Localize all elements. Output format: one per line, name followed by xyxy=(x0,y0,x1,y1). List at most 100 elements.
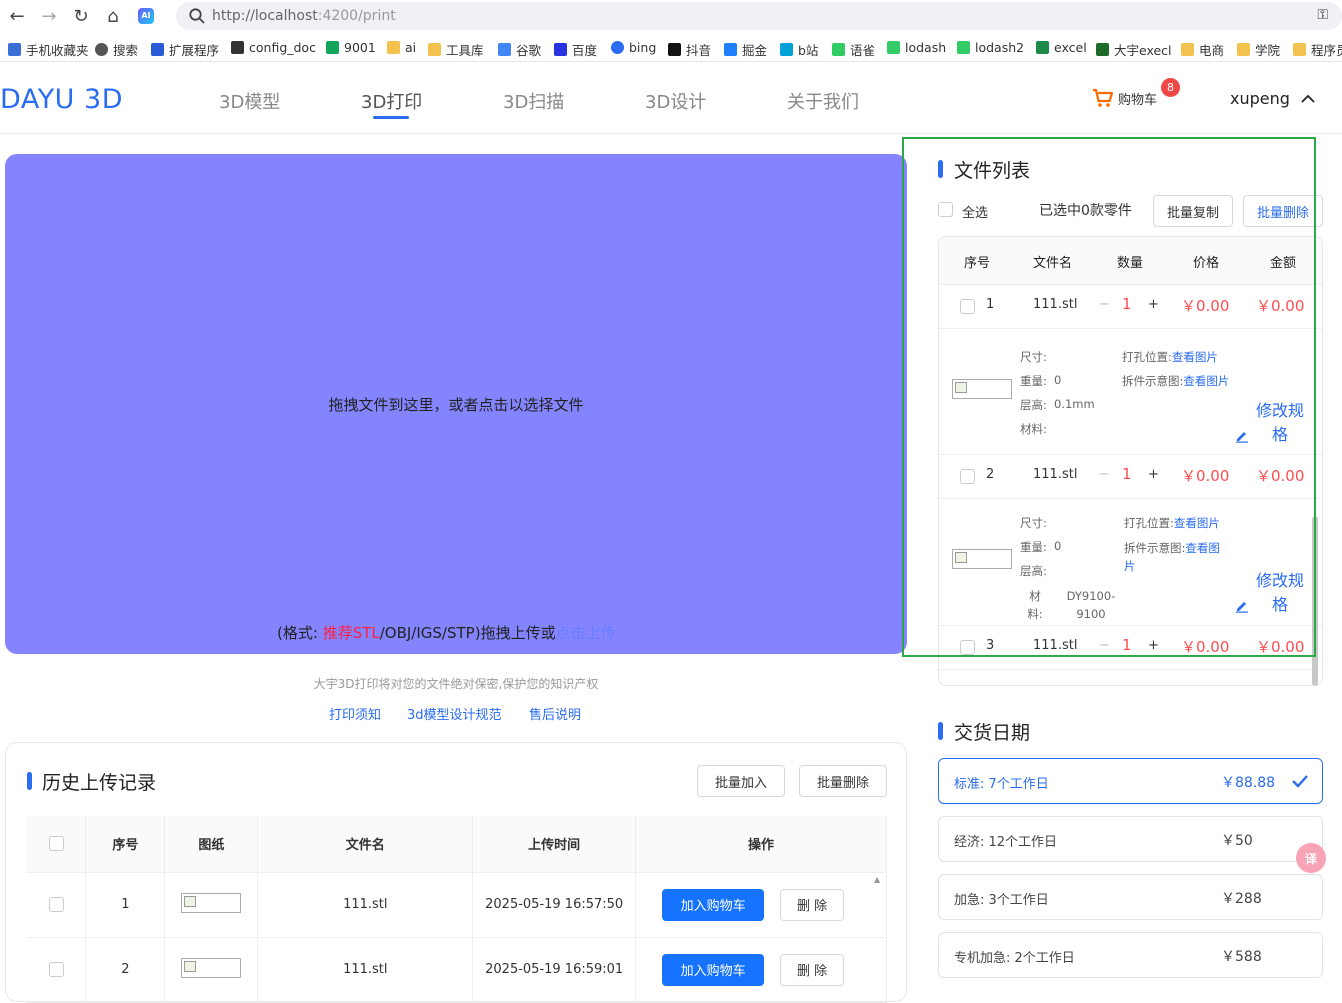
col-filename: 文件名 xyxy=(257,816,474,873)
row-actions: 加入购物车 删 除 xyxy=(635,872,887,938)
nav-3d-design[interactable]: 3D设计 xyxy=(645,88,706,114)
bookmark-item[interactable]: ai xyxy=(387,40,416,55)
upload-dropzone[interactable]: 拖拽文件到这里，或者点击以选择文件 (格式: 推荐STL/OBJ/IGS/STP… xyxy=(5,154,907,654)
folder-icon xyxy=(1293,43,1306,56)
delivery-label: 专机加急: 2个工作日 xyxy=(954,951,1075,966)
home-icon[interactable]: ⌂ xyxy=(101,4,125,28)
cart-button[interactable]: 购物车 xyxy=(1092,88,1157,108)
bookmark-item[interactable]: 扩展程序 xyxy=(151,40,219,58)
bookmark-item[interactable]: 电商 xyxy=(1181,40,1224,58)
bookmark-item[interactable]: 谷歌 xyxy=(498,40,541,58)
globe-icon xyxy=(95,43,108,56)
scroll-up-arrow[interactable]: ▲ xyxy=(874,875,882,887)
bookmark-item[interactable]: 程序员 xyxy=(1293,40,1342,58)
row-filename: 111.stl xyxy=(257,872,474,938)
col-upload-time: 上传时间 xyxy=(472,816,637,873)
juejin-icon xyxy=(724,43,737,56)
tiktok-icon xyxy=(668,43,681,56)
url-text: http://localhost:4200/print xyxy=(212,8,396,24)
bookmark-item[interactable]: 语雀 xyxy=(832,40,875,58)
ai-extension-icon[interactable]: AI xyxy=(134,4,158,28)
history-batch-add-button[interactable]: 批量加入 xyxy=(697,765,785,797)
folder-icon xyxy=(428,43,441,56)
delete-button[interactable]: 删 除 xyxy=(780,888,845,921)
print-notice-link[interactable]: 打印须知 xyxy=(329,704,381,723)
row-actions: 加入购物车 删 除 xyxy=(635,937,887,1003)
back-icon[interactable]: ← xyxy=(5,4,29,28)
config-icon xyxy=(231,41,244,54)
row-checkbox[interactable] xyxy=(48,897,64,912)
bookmark-item[interactable]: 大宇execl xyxy=(1096,40,1172,58)
nav-about-us[interactable]: 关于我们 xyxy=(787,88,859,114)
delivery-label: 加急: 3个工作日 xyxy=(954,893,1049,908)
password-key-icon[interactable]: ⚿ xyxy=(1317,7,1328,23)
bookmark-label: 学院 xyxy=(1255,43,1281,58)
checkbox[interactable] xyxy=(48,836,64,852)
history-select-all[interactable] xyxy=(27,816,87,873)
bookmark-item[interactable]: 百度 xyxy=(554,40,597,58)
folder-icon xyxy=(1237,43,1250,56)
delivery-option-economy[interactable]: 经济: 12个工作日 ￥50 xyxy=(938,816,1323,862)
add-to-cart-button[interactable]: 加入购物车 xyxy=(662,888,765,921)
bookmark-label: config_doc xyxy=(249,40,316,55)
privacy-notice: 大宇3D打印将对您的文件绝对保密,保护您的知识产权 xyxy=(313,677,599,691)
nav-3d-print[interactable]: 3D打印 xyxy=(361,88,422,114)
format-hint: (格式: 推荐STL/OBJ/IGS/STP)拖拽上传或点击上传 xyxy=(277,622,616,643)
reload-icon[interactable]: ↻ xyxy=(69,4,93,28)
bookmark-item[interactable]: 手机收藏夹 xyxy=(8,40,89,58)
bookmark-label: 9001 xyxy=(344,40,376,55)
delivery-option-express[interactable]: 专机加急: 2个工作日 ￥588 xyxy=(938,932,1323,978)
design-spec-link[interactable]: 3d模型设计规范 xyxy=(407,704,502,723)
nav-3d-scan[interactable]: 3D扫描 xyxy=(503,88,564,114)
chevron-up-icon xyxy=(1301,94,1315,103)
bookmark-label: lodash2 xyxy=(975,40,1025,55)
bookmark-label: ai xyxy=(405,40,417,55)
bookmark-item[interactable]: excel xyxy=(1036,40,1087,55)
bookmark-item[interactable]: 搜索 xyxy=(95,40,138,58)
delete-button[interactable]: 删 除 xyxy=(780,953,845,986)
format-recommend: 推荐STL xyxy=(322,624,380,642)
bookmark-item[interactable]: 9001 xyxy=(326,40,376,55)
nav-3d-model[interactable]: 3D模型 xyxy=(219,88,280,114)
table-row: 2 111.stl 2025-05-19 16:59:01 加入购物车 删 除 xyxy=(27,937,887,1003)
cart-count-badge: 8 xyxy=(1161,78,1180,97)
bookmark-item[interactable]: b站 xyxy=(780,40,818,58)
row-checkbox[interactable] xyxy=(48,962,64,977)
address-bar[interactable]: http://localhost:4200/print ⚿ xyxy=(176,2,1342,30)
translate-floating-icon[interactable]: 译 xyxy=(1296,843,1326,873)
bookmark-label: 百度 xyxy=(572,43,598,58)
col-index: 序号 xyxy=(85,816,166,873)
user-menu[interactable]: xupeng xyxy=(1230,89,1316,108)
add-to-cart-button[interactable]: 加入购物车 xyxy=(662,953,765,986)
history-batch-delete-button[interactable]: 批量删除 xyxy=(799,765,887,797)
bookmark-item[interactable]: lodash2 xyxy=(957,40,1024,55)
yuque-icon xyxy=(887,41,900,54)
bookmark-label: lodash xyxy=(905,40,947,55)
yuque-icon xyxy=(832,43,845,56)
file-list-highlight-frame xyxy=(902,137,1316,657)
drawing-thumbnail[interactable] xyxy=(181,892,242,913)
bookmark-item[interactable]: 工具库 xyxy=(428,40,484,58)
bookmark-item[interactable]: config_doc xyxy=(231,40,316,55)
bookmark-item[interactable]: lodash xyxy=(887,40,946,55)
shopping-cart-icon xyxy=(1093,88,1114,107)
username: xupeng xyxy=(1230,89,1290,108)
bookmark-item[interactable]: 抖音 xyxy=(668,40,711,58)
forward-icon[interactable]: → xyxy=(37,4,61,28)
bookmark-item[interactable]: bing xyxy=(611,40,656,55)
after-sales-link[interactable]: 售后说明 xyxy=(529,704,581,723)
delivery-label: 标准: 7个工作日 xyxy=(954,777,1049,792)
bookmark-item[interactable]: 掘金 xyxy=(724,40,767,58)
site-logo[interactable]: DAYU 3D xyxy=(0,84,123,115)
row-index: 2 xyxy=(85,937,166,1003)
delivery-option-standard[interactable]: 标准: 7个工作日 ￥88.88 xyxy=(938,758,1323,804)
delivery-label: 经济: 12个工作日 xyxy=(954,835,1058,850)
bookmark-item[interactable]: 学院 xyxy=(1237,40,1280,58)
row-index: 1 xyxy=(85,872,166,938)
format-rest: /OBJ/IGS/STP)拖拽上传或 xyxy=(379,624,556,642)
history-title: 历史上传记录 xyxy=(42,772,157,794)
click-upload-link[interactable]: 点击上传 xyxy=(556,624,616,642)
delivery-option-urgent[interactable]: 加急: 3个工作日 ￥288 xyxy=(938,874,1323,920)
drawing-thumbnail[interactable] xyxy=(181,957,242,978)
row-upload-time: 2025-05-19 16:57:50 xyxy=(472,872,637,938)
